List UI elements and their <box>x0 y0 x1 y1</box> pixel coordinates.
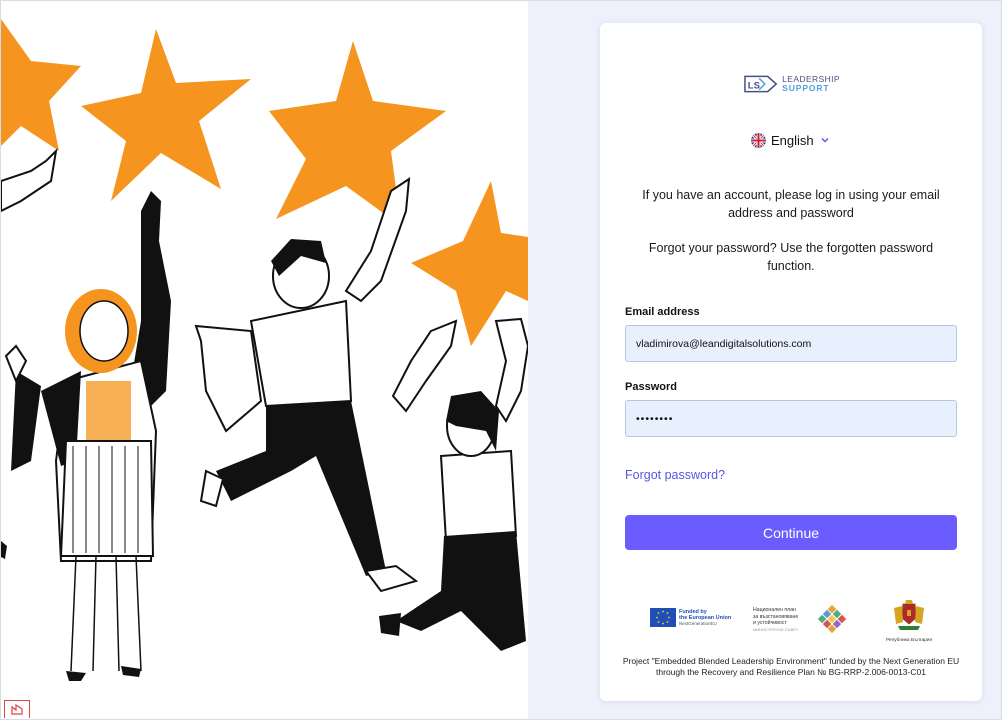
continue-button[interactable]: Continue <box>625 515 957 550</box>
coat-of-arms-logo: Република България <box>885 598 933 643</box>
mosaic-logo-icon <box>817 604 847 634</box>
eu-funding-logo: Funded by the European Union NextGenerat… <box>650 608 731 627</box>
language-selector[interactable]: English <box>751 130 830 150</box>
password-field[interactable] <box>625 400 957 437</box>
login-instructions: If you have an account, please log in us… <box>642 188 940 220</box>
email-label: Email address <box>625 306 700 318</box>
hero-illustration <box>1 1 528 719</box>
forgot-password-link[interactable]: Forgot password? <box>625 468 725 482</box>
logo-mark-text: LS <box>748 80 760 91</box>
login-card: LS LEADERSHIP SUPPORT English If you hav… <box>600 23 982 701</box>
brand-wordmark: LEADERSHIP SUPPORT <box>782 75 840 93</box>
uk-flag-icon <box>751 132 766 148</box>
eu-line2: the European Union <box>679 614 732 621</box>
language-label: English <box>771 132 814 148</box>
recovery-plan-logo: Национален план за възстановяване и усто… <box>753 607 813 633</box>
brand-line2: SUPPORT <box>782 83 830 93</box>
eu-flag-icon <box>650 608 676 627</box>
login-panel: LS LEADERSHIP SUPPORT English If you hav… <box>528 1 1001 719</box>
ls-logo-icon: LS <box>744 75 778 93</box>
email-field[interactable] <box>625 325 957 362</box>
app-corner-icon <box>4 700 30 718</box>
eu-line3: NextGenerationEU <box>679 620 717 626</box>
coat-caption: Република България <box>885 638 933 643</box>
forgot-instructions: Forgot your password? Use the forgotten … <box>648 241 934 273</box>
nprp-line4: МИНИСТЕРСКИ СЪВЕТ <box>753 626 799 632</box>
project-funding-note: Project "Embedded Blended Leadership Env… <box>622 656 960 677</box>
coat-of-arms-icon <box>894 600 924 630</box>
password-label: Password <box>625 381 677 393</box>
chevron-down-icon <box>821 138 829 143</box>
brand-logo: LS LEADERSHIP SUPPORT <box>744 73 840 95</box>
funders-logos: Funded by the European Union NextGenerat… <box>650 598 940 648</box>
eu-funding-text: Funded by the European Union NextGenerat… <box>679 609 731 627</box>
